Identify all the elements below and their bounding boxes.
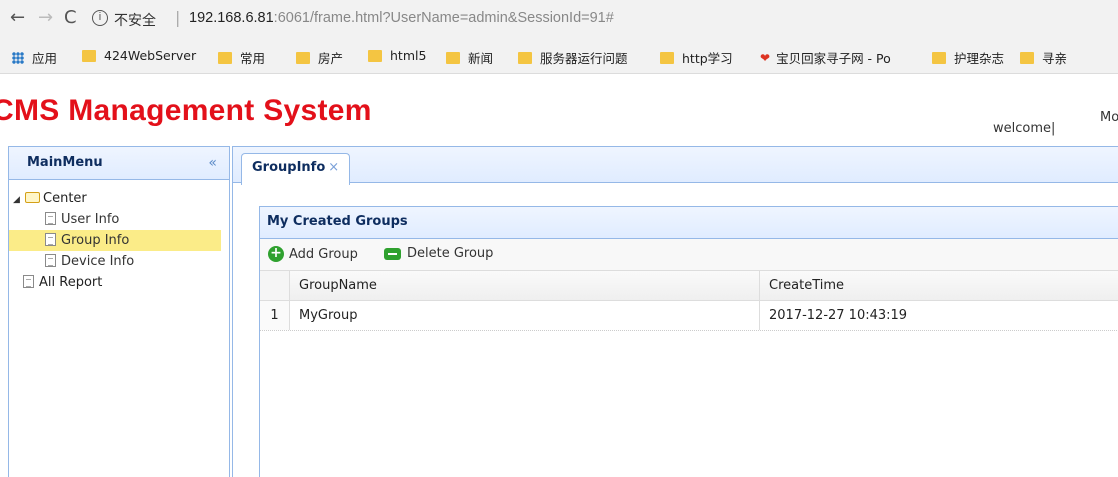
add-plus-icon: +: [268, 246, 284, 262]
bookmark-label: 护理杂志: [954, 51, 1005, 66]
url-path: :6061/frame.html?UserName=admin&SessionI…: [273, 10, 614, 26]
create-time-cell: 2017-12-27 10:43:19: [769, 308, 908, 323]
collapse-double-chevron-icon[interactable]: «: [208, 147, 217, 179]
bookmark-http-study[interactable]: http学习: [660, 48, 733, 67]
tree-label: User Info: [61, 212, 120, 227]
bookmark-label: 房产: [318, 51, 344, 66]
info-icon[interactable]: i: [92, 10, 108, 26]
bookmark-server-issues[interactable]: 服务器运行问题: [518, 48, 628, 67]
bookmark-label: 新闻: [468, 51, 494, 66]
url-field[interactable]: 192.168.6.81:6061/frame.html?UserName=ad…: [189, 10, 614, 26]
tree-label: Center: [43, 191, 87, 206]
file-icon: [45, 254, 56, 267]
folder-icon: [660, 51, 674, 64]
app-title: CMS Management System: [0, 94, 372, 127]
bookmark-news[interactable]: 新闻: [446, 48, 493, 67]
bookmark-label: 应用: [32, 51, 58, 66]
file-icon: [45, 233, 56, 246]
folder-icon: [368, 49, 382, 62]
bookmark-label: html5: [390, 48, 427, 63]
delete-minus-icon: [384, 247, 401, 260]
header-more-text: Mo: [1100, 110, 1118, 125]
url-separator: |: [175, 8, 181, 27]
bookmark-label: 服务器运行问题: [540, 51, 628, 66]
bookmark-nursing[interactable]: 护理杂志: [932, 48, 1004, 67]
folder-open-icon: [25, 192, 40, 203]
insecure-label[interactable]: 不安全: [114, 10, 156, 30]
tree-item-group-info[interactable]: Group Info: [9, 230, 221, 251]
tree-label: Device Info: [61, 254, 135, 269]
main-menu: MainMenu « ◢ Center User Info Group Info …: [8, 146, 230, 477]
bookmark-html5[interactable]: html5: [368, 48, 426, 63]
column-divider[interactable]: [759, 271, 760, 300]
apps-grid-icon: [12, 51, 24, 64]
folder-icon: [218, 51, 232, 64]
bookmarks-bar: 应用 424WebServer 常用 房产 html5 新闻 服务器运行问题 h…: [0, 38, 1118, 74]
row-number: 1: [260, 301, 290, 330]
folder-icon: [1020, 51, 1034, 64]
file-icon: [23, 275, 34, 288]
bookmark-label: 常用: [240, 51, 266, 66]
tree-node-center[interactable]: ◢ Center: [13, 188, 87, 209]
file-icon: [45, 212, 56, 225]
bookmark-realestate[interactable]: 房产: [296, 48, 343, 67]
group-name-cell: MyGroup: [299, 308, 358, 323]
bookmark-label: 寻亲: [1042, 51, 1068, 66]
folder-icon: [932, 51, 946, 64]
bookmark-apps[interactable]: 应用: [12, 48, 57, 67]
delete-group-label: Delete Group: [407, 246, 494, 261]
tree-item-all-report[interactable]: All Report: [23, 272, 102, 293]
menu-header: MainMenu «: [9, 146, 229, 180]
column-header-createtime[interactable]: CreateTime: [769, 271, 844, 300]
bookmark-seek-relatives[interactable]: 寻亲: [1020, 48, 1067, 67]
url-host: 192.168.6.81: [189, 10, 274, 26]
tree-item-device-info[interactable]: Device Info: [45, 251, 134, 272]
folder-icon: [446, 51, 460, 64]
tree-item-user-info[interactable]: User Info: [45, 209, 119, 230]
add-group-button[interactable]: + Add Group: [268, 246, 358, 262]
grid-header: GroupName CreateTime: [260, 271, 1118, 301]
tabs-bar: GroupInfo ×: [233, 146, 1118, 185]
folder-icon: [82, 49, 96, 62]
grid-toolbar: + Add Group Delete Group: [260, 239, 1118, 271]
welcome-text: welcome|: [993, 121, 1056, 136]
bookmark-common[interactable]: 常用: [218, 48, 265, 67]
my-groups-panel: My Created Groups + Add Group Delete Grou…: [259, 206, 1118, 477]
expand-triangle-icon[interactable]: ◢: [13, 190, 25, 211]
column-header-groupname[interactable]: GroupName: [299, 271, 377, 300]
folder-icon: [518, 51, 532, 64]
tree-label: All Report: [39, 275, 103, 290]
forward-arrow-icon[interactable]: →: [38, 8, 53, 28]
back-arrow-icon[interactable]: ←: [10, 8, 25, 28]
bookmark-label: http学习: [682, 51, 733, 66]
heart-icon: ❤: [760, 50, 771, 65]
close-icon[interactable]: ×: [328, 160, 339, 175]
table-row[interactable]: 1 MyGroup 2017-12-27 10:43:19: [260, 301, 1118, 331]
folder-icon: [296, 51, 310, 64]
rownum-header: [260, 271, 290, 300]
bookmark-baobei[interactable]: ❤ 宝贝回家寻子网 - Po: [760, 48, 891, 67]
tab-label: GroupInfo: [252, 160, 326, 175]
tab-groupinfo[interactable]: GroupInfo ×: [241, 153, 351, 185]
delete-group-button[interactable]: Delete Group: [384, 246, 493, 261]
add-group-label: Add Group: [289, 246, 358, 262]
reload-icon[interactable]: C: [64, 8, 77, 28]
menu-title: MainMenu: [27, 155, 103, 170]
browser-address-bar: ← → C i 不安全 | 192.168.6.81:6061/frame.ht…: [0, 0, 1118, 38]
bookmark-label: 宝贝回家寻子网 - Po: [776, 51, 891, 66]
panel-title: My Created Groups: [260, 207, 1118, 239]
bookmark-424webserver[interactable]: 424WebServer: [82, 48, 196, 63]
tree-label: Group Info: [61, 233, 130, 248]
bookmark-label: 424WebServer: [104, 48, 197, 63]
column-divider: [759, 301, 760, 330]
main-content: GroupInfo × My Created Groups + Add Group …: [232, 146, 1118, 477]
